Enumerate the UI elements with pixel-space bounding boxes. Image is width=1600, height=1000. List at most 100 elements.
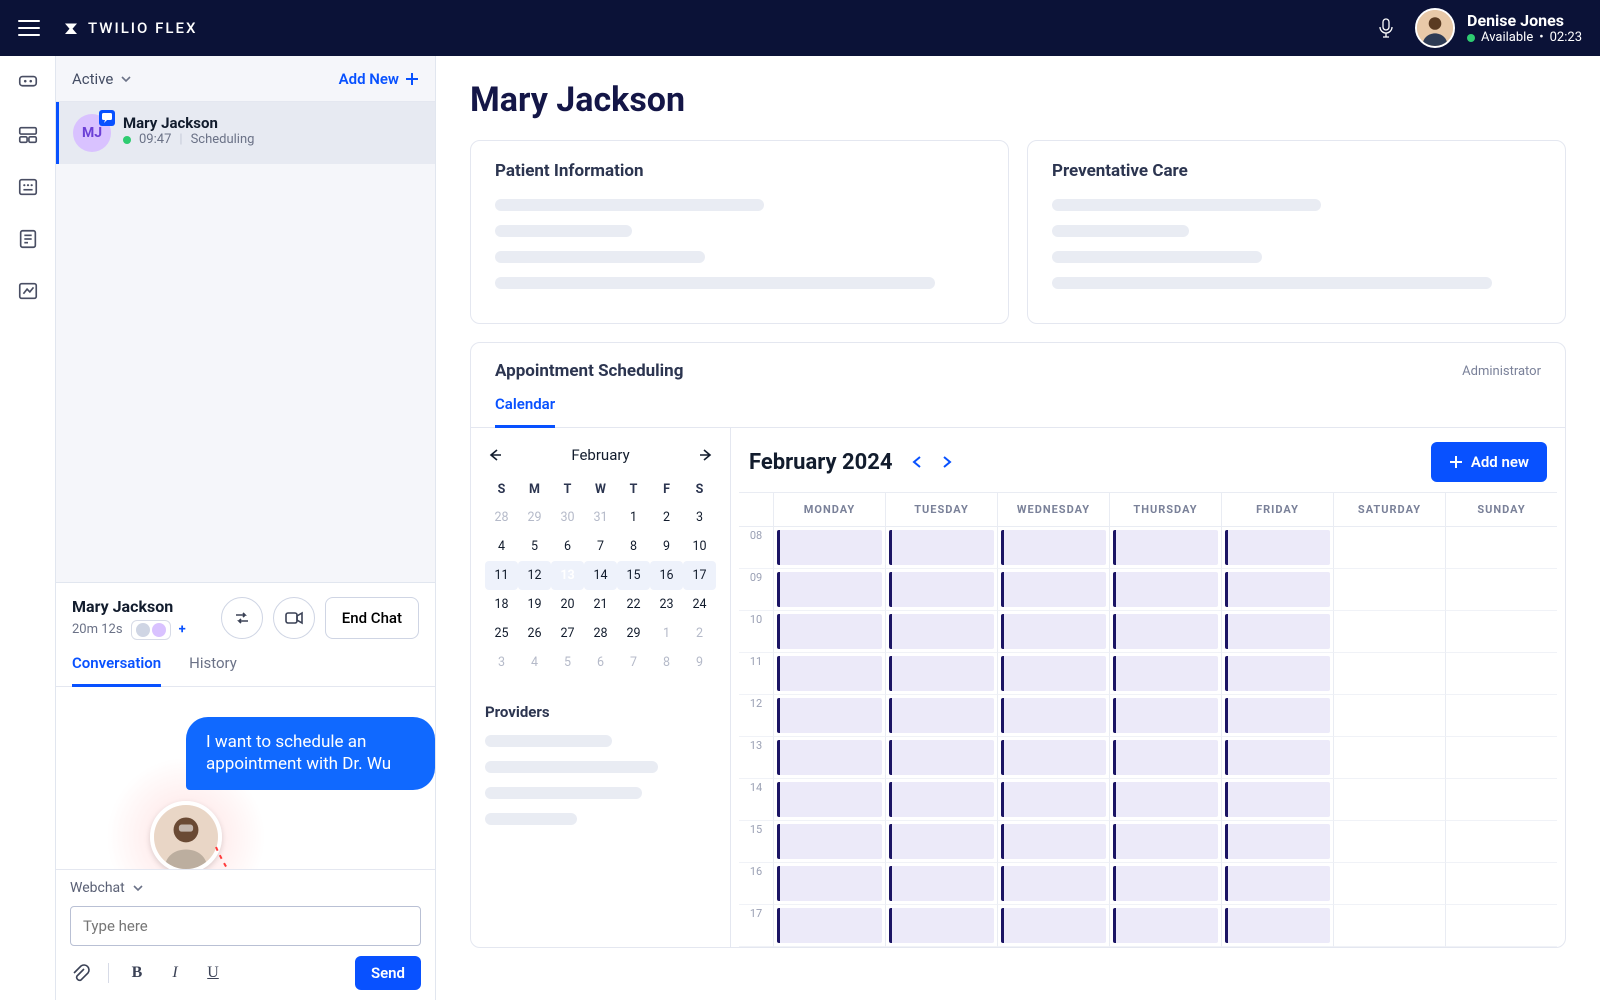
calendar-cell[interactable] — [997, 653, 1109, 695]
appointment-slot[interactable] — [1113, 614, 1218, 649]
appointment-slot[interactable] — [777, 698, 882, 733]
calendar-cell[interactable] — [885, 611, 997, 653]
calendar-cell[interactable] — [1333, 863, 1445, 905]
calendar-cell[interactable] — [1333, 653, 1445, 695]
calendar-cell[interactable] — [1333, 569, 1445, 611]
next-month-button[interactable] — [698, 446, 716, 464]
mini-day[interactable]: 8 — [650, 648, 683, 677]
calendar-cell[interactable] — [1109, 695, 1221, 737]
calendar-cell[interactable] — [1221, 779, 1333, 821]
mini-day[interactable]: 8 — [617, 532, 650, 561]
teams-icon[interactable] — [17, 124, 39, 146]
mini-day[interactable]: 29 — [617, 619, 650, 648]
italic-icon[interactable]: I — [165, 963, 185, 983]
appointment-slot[interactable] — [889, 866, 994, 901]
mini-day[interactable]: 18 — [485, 590, 518, 619]
calendar-cell[interactable] — [885, 905, 997, 947]
calendar-cell[interactable] — [997, 863, 1109, 905]
mini-day[interactable]: 26 — [518, 619, 551, 648]
calendar-cell[interactable] — [773, 695, 885, 737]
appointment-slot[interactable] — [1225, 782, 1330, 817]
tab-history[interactable]: History — [189, 654, 237, 686]
end-chat-button[interactable]: End Chat — [325, 597, 419, 639]
appointment-slot[interactable] — [1001, 740, 1106, 775]
calendar-cell[interactable] — [1333, 611, 1445, 653]
tab-calendar[interactable]: Calendar — [495, 395, 555, 428]
mini-day[interactable]: 1 — [617, 503, 650, 532]
mini-day[interactable]: 23 — [650, 590, 683, 619]
appointment-slot[interactable] — [889, 572, 994, 607]
appointment-slot[interactable] — [1225, 698, 1330, 733]
mini-day[interactable]: 12 — [518, 561, 551, 590]
appointment-slot[interactable] — [889, 698, 994, 733]
appointment-slot[interactable] — [1225, 656, 1330, 691]
calendar-cell[interactable] — [997, 905, 1109, 947]
appointment-slot[interactable] — [777, 572, 882, 607]
appointment-slot[interactable] — [1001, 656, 1106, 691]
mini-day[interactable]: 7 — [617, 648, 650, 677]
queues-icon[interactable] — [17, 176, 39, 198]
calendar-cell[interactable] — [1445, 737, 1557, 779]
attachment-icon[interactable] — [70, 963, 90, 983]
mini-day[interactable]: 2 — [683, 619, 716, 648]
appointment-slot[interactable] — [777, 530, 882, 565]
calendar-cell[interactable] — [885, 569, 997, 611]
appointment-slot[interactable] — [777, 614, 882, 649]
mini-day[interactable]: 14 — [584, 561, 617, 590]
appointment-slot[interactable] — [1225, 614, 1330, 649]
menu-icon[interactable] — [18, 20, 40, 36]
calendar-cell[interactable] — [1109, 569, 1221, 611]
mini-day[interactable]: 6 — [584, 648, 617, 677]
mini-day[interactable]: 22 — [617, 590, 650, 619]
underline-icon[interactable]: U — [203, 963, 223, 983]
prev-month-button[interactable] — [485, 446, 503, 464]
appointment-slot[interactable] — [1113, 656, 1218, 691]
mini-day[interactable]: 3 — [485, 648, 518, 677]
mini-day[interactable]: 17 — [683, 561, 716, 590]
appointment-slot[interactable] — [777, 866, 882, 901]
mini-day[interactable]: 11 — [485, 561, 518, 590]
calendar-cell[interactable] — [997, 527, 1109, 569]
calendar-cell[interactable] — [773, 569, 885, 611]
calendar-cell[interactable] — [1109, 905, 1221, 947]
mini-day[interactable]: 13 — [551, 561, 584, 590]
appointment-slot[interactable] — [1001, 824, 1106, 859]
add-appointment-button[interactable]: Add new — [1431, 442, 1547, 482]
next-week-button[interactable] — [941, 455, 953, 469]
mini-day[interactable]: 21 — [584, 590, 617, 619]
appointment-slot[interactable] — [777, 782, 882, 817]
calendar-cell[interactable] — [1445, 569, 1557, 611]
appointment-slot[interactable] — [1001, 908, 1106, 943]
appointment-slot[interactable] — [1225, 740, 1330, 775]
appointment-slot[interactable] — [1113, 530, 1218, 565]
appointment-slot[interactable] — [1225, 572, 1330, 607]
user-block[interactable]: Denise Jones Available • 02:23 — [1415, 8, 1582, 48]
calendar-cell[interactable] — [997, 779, 1109, 821]
appointment-slot[interactable] — [1113, 698, 1218, 733]
mini-day[interactable]: 9 — [650, 532, 683, 561]
channel-select[interactable]: Webchat — [70, 880, 421, 896]
appointment-slot[interactable] — [1001, 572, 1106, 607]
appointment-slot[interactable] — [777, 656, 882, 691]
calendar-cell[interactable] — [1445, 695, 1557, 737]
calendar-cell[interactable] — [997, 821, 1109, 863]
calendar-cell[interactable] — [997, 611, 1109, 653]
calendar-cell[interactable] — [1445, 905, 1557, 947]
calendar-cell[interactable] — [1445, 653, 1557, 695]
calendar-cell[interactable] — [1333, 779, 1445, 821]
appointment-slot[interactable] — [889, 614, 994, 649]
microphone-icon[interactable] — [1379, 18, 1393, 38]
mini-day[interactable]: 15 — [617, 561, 650, 590]
mini-day[interactable]: 4 — [485, 532, 518, 561]
calendar-cell[interactable] — [997, 695, 1109, 737]
calendar-cell[interactable] — [1333, 821, 1445, 863]
calendar-cell[interactable] — [885, 527, 997, 569]
calendar-cell[interactable] — [1109, 653, 1221, 695]
calendar-cell[interactable] — [1333, 737, 1445, 779]
mini-day[interactable]: 25 — [485, 619, 518, 648]
appointment-slot[interactable] — [777, 908, 882, 943]
calendar-cell[interactable] — [1221, 611, 1333, 653]
calendar-cell[interactable] — [1109, 611, 1221, 653]
mini-day[interactable]: 9 — [683, 648, 716, 677]
calendar-cell[interactable] — [1221, 821, 1333, 863]
